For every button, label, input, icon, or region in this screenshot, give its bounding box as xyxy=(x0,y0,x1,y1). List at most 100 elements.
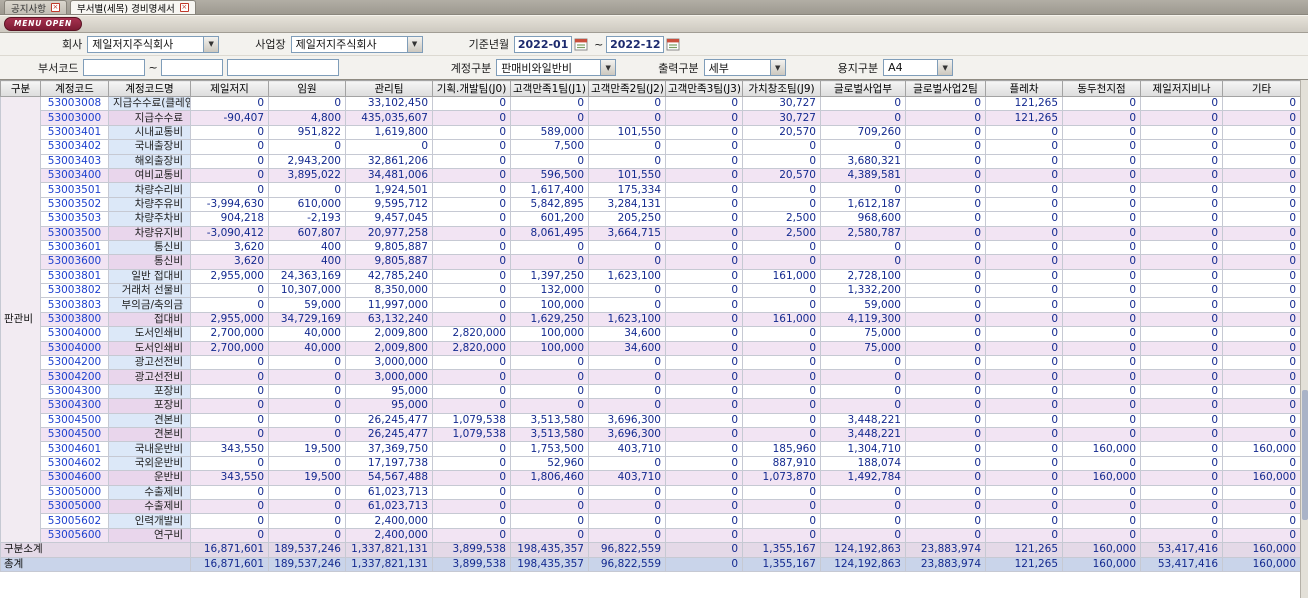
cell-amount[interactable]: 0 xyxy=(1222,211,1301,227)
cell-amount[interactable]: 0 xyxy=(432,441,511,457)
cell-amount[interactable]: 0 xyxy=(1062,182,1141,198)
cell-amount[interactable]: 0 xyxy=(1222,225,1301,241)
cell-account-code[interactable]: 53005000 xyxy=(40,484,109,500)
cell-amount[interactable]: 189,537,246 xyxy=(268,556,346,572)
cell-amount[interactable]: 0 xyxy=(588,498,666,515)
table-row[interactable]: 53004500 견본비 0 0 26,245,477 1,079,538 3,513,58… xyxy=(1,412,1301,428)
column-header[interactable]: 계정코드 xyxy=(40,80,109,97)
cell-amount[interactable]: 0 xyxy=(268,484,346,500)
cell-amount[interactable]: 0 xyxy=(190,383,269,400)
column-header[interactable]: 기획.개발팀(J0) xyxy=(432,80,511,97)
cell-amount[interactable]: 0 xyxy=(1222,527,1301,544)
cell-amount[interactable]: 0 xyxy=(268,412,346,428)
cell-amount[interactable]: 0 xyxy=(820,182,906,198)
cell-amount[interactable]: 0 xyxy=(190,153,269,169)
cell-amount[interactable]: 0 xyxy=(742,139,821,155)
cell-amount[interactable]: 0 xyxy=(985,441,1063,457)
cell-amount[interactable]: 3,000,000 xyxy=(345,369,433,385)
cell-amount[interactable]: 0 xyxy=(1222,426,1301,443)
cell-amount[interactable]: 53,417,416 xyxy=(1140,556,1223,572)
cell-amount[interactable]: 30,727 xyxy=(742,95,821,112)
cell-amount[interactable]: 59,000 xyxy=(268,297,346,313)
table-row[interactable]: 53003400 여비교통비 0 3,895,022 34,481,006 0 596,50… xyxy=(1,167,1301,184)
cell-amount[interactable]: 33,102,450 xyxy=(345,95,433,112)
cell-amount[interactable]: 1,623,100 xyxy=(588,311,666,328)
cell-amount[interactable]: 0 xyxy=(665,95,743,112)
cell-amount[interactable]: 2,009,800 xyxy=(345,326,433,342)
column-header[interactable]: 임원 xyxy=(268,80,346,97)
cell-amount[interactable]: 8,350,000 xyxy=(345,283,433,299)
cell-amount[interactable]: 100,000 xyxy=(510,326,589,342)
cell-amount[interactable]: 0 xyxy=(1222,311,1301,328)
cell-amount[interactable]: 0 xyxy=(905,124,986,141)
cell-amount[interactable]: 19,500 xyxy=(268,470,346,486)
cell-amount[interactable]: 0 xyxy=(665,527,743,544)
table-row[interactable]: 53004300 포장비 0 0 95,000 0 0 0 0 0 0 0 0 0 0 0 xyxy=(1,398,1301,414)
cell-amount[interactable]: 121,265 xyxy=(985,95,1063,112)
cell-account-code[interactable]: 53003601 xyxy=(40,239,109,256)
cell-amount[interactable]: 0 xyxy=(905,196,986,213)
cell-amount[interactable]: 0 xyxy=(665,196,743,213)
cell-amount[interactable]: 0 xyxy=(1140,139,1223,155)
cell-amount[interactable]: 61,023,713 xyxy=(345,498,433,515)
cell-amount[interactable]: 0 xyxy=(190,455,269,472)
cell-amount[interactable]: 343,550 xyxy=(190,441,269,457)
cell-amount[interactable]: 0 xyxy=(985,498,1063,515)
table-row[interactable]: 53004300 포장비 0 0 95,000 0 0 0 0 0 0 0 0 0 0 0 xyxy=(1,383,1301,400)
cell-amount[interactable]: 0 xyxy=(985,153,1063,169)
cell-amount[interactable]: 0 xyxy=(1062,139,1141,155)
cell-amount[interactable]: 0 xyxy=(190,513,269,529)
table-row[interactable]: 53003402 국내출장비 0 0 0 0 7,500 0 0 0 0 0 0 0 0 0 xyxy=(1,139,1301,155)
cell-amount[interactable]: 0 xyxy=(665,470,743,486)
cell-amount[interactable]: 0 xyxy=(905,211,986,227)
cell-amount[interactable]: 160,000 xyxy=(1222,556,1301,572)
cell-amount[interactable]: 0 xyxy=(665,412,743,428)
cell-account-name[interactable]: 해외출장비 xyxy=(108,153,191,169)
cell-account-code[interactable]: 53004602 xyxy=(40,455,109,472)
table-row[interactable]: 53004000 도서인쇄비 2,700,000 40,000 2,009,800 2,8… xyxy=(1,340,1301,357)
cell-amount[interactable]: 20,570 xyxy=(742,167,821,184)
cell-amount[interactable]: 0 xyxy=(1062,412,1141,428)
cell-amount[interactable]: 0 xyxy=(1222,484,1301,500)
cell-amount[interactable]: 3,448,221 xyxy=(820,412,906,428)
cell-amount[interactable]: 160,000 xyxy=(1062,441,1141,457)
cell-amount[interactable]: 0 xyxy=(985,340,1063,357)
cell-amount[interactable]: 2,400,000 xyxy=(345,513,433,529)
dept-code-to-input[interactable] xyxy=(160,59,223,76)
cell-amount[interactable]: 0 xyxy=(905,283,986,299)
cell-amount[interactable]: 1,397,250 xyxy=(510,268,589,285)
cell-amount[interactable]: 2,700,000 xyxy=(190,340,269,357)
cell-amount[interactable]: 0 xyxy=(905,484,986,500)
cell-amount[interactable]: 0 xyxy=(1140,225,1223,241)
cell-amount[interactable]: 0 xyxy=(905,340,986,357)
cell-amount[interactable]: 96,822,559 xyxy=(588,542,666,558)
cell-amount[interactable]: 0 xyxy=(1062,297,1141,313)
cell-amount[interactable]: 0 xyxy=(742,254,821,270)
cell-amount[interactable]: 0 xyxy=(510,153,589,169)
cell-amount[interactable]: 0 xyxy=(432,527,511,544)
cell-amount[interactable]: 1,337,821,131 xyxy=(345,556,433,572)
cell-amount[interactable]: 0 xyxy=(1062,355,1141,371)
cell-account-code[interactable]: 53004500 xyxy=(40,412,109,428)
cell-amount[interactable]: 5,842,895 xyxy=(510,196,589,213)
cell-amount[interactable]: 0 xyxy=(1140,527,1223,544)
cell-amount[interactable]: 23,883,974 xyxy=(905,556,986,572)
cell-amount[interactable]: 0 xyxy=(665,283,743,299)
cell-amount[interactable]: 0 xyxy=(1222,297,1301,313)
cell-amount[interactable]: 0 xyxy=(190,124,269,141)
column-header[interactable]: 가치창조팀(J9) xyxy=(742,80,821,97)
table-row[interactable]: 53003403 해외출장비 0 2,943,200 32,861,206 0 0 0 0 0 3,… xyxy=(1,153,1301,169)
cell-amount[interactable]: 0 xyxy=(432,484,511,500)
cell-amount[interactable]: 0 xyxy=(510,95,589,112)
cell-amount[interactable]: 0 xyxy=(1062,239,1141,256)
cell-account-code[interactable]: 53004300 xyxy=(40,383,109,400)
section-subtotal-row[interactable]: 구분소계 16,871,601 189,537,246 1,337,821,131 3,… xyxy=(0,542,1301,558)
cell-amount[interactable]: 0 xyxy=(985,470,1063,486)
cell-amount[interactable]: 0 xyxy=(1222,268,1301,285)
cell-amount[interactable]: 0 xyxy=(985,484,1063,500)
cell-amount[interactable]: 0 xyxy=(665,355,743,371)
cell-amount[interactable]: 0 xyxy=(190,527,269,544)
cell-amount[interactable]: 0 xyxy=(268,95,346,112)
cell-amount[interactable]: 0 xyxy=(588,527,666,544)
grand-total-row[interactable]: 총계 16,871,601 189,537,246 1,337,821,131 3,89… xyxy=(0,556,1301,572)
